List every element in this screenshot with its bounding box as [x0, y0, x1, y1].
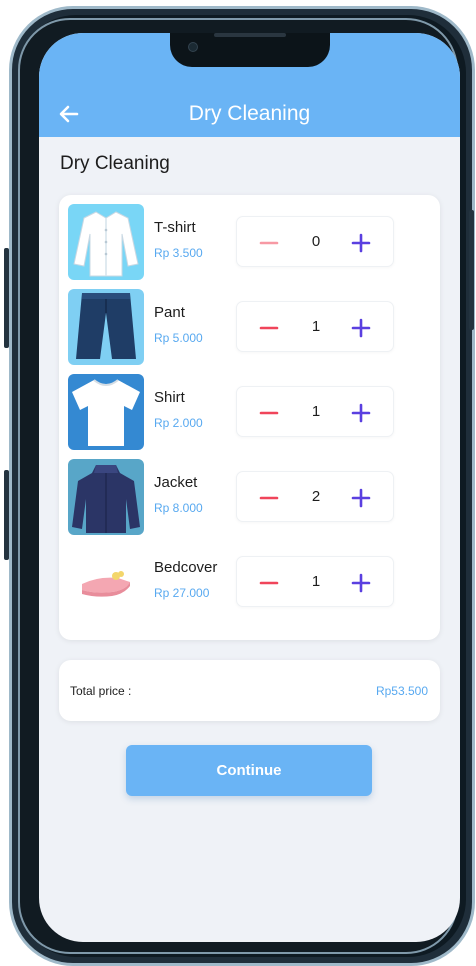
continue-button[interactable]: Continue — [126, 745, 372, 796]
front-camera — [188, 42, 198, 52]
item-row-bedcover: Bedcover Rp 27.000 1 — [59, 544, 440, 620]
jacket-thumbnail — [68, 459, 144, 535]
item-name: Jacket — [154, 474, 198, 491]
item-name: Pant — [154, 304, 185, 321]
decrease-button[interactable] — [257, 571, 281, 595]
quantity-stepper: 1 — [236, 386, 394, 437]
item-row-jacket: Jacket Rp 8.000 2 — [59, 459, 440, 535]
phone-screen: Dry Cleaning Dry Cleaning T-shirt Rp 3.5… — [39, 33, 460, 942]
plus-icon — [351, 573, 371, 593]
jacket-icon — [68, 459, 144, 535]
decrease-button[interactable] — [257, 231, 281, 255]
minus-icon — [259, 496, 279, 500]
side-button-left-top — [4, 248, 9, 348]
quantity-value: 1 — [311, 573, 321, 590]
shirt-icon — [68, 374, 144, 450]
quantity-stepper: 1 — [236, 301, 394, 352]
quantity-value: 1 — [311, 403, 321, 420]
quantity-stepper: 0 — [236, 216, 394, 267]
minus-icon — [259, 411, 279, 415]
item-name: T-shirt — [154, 219, 196, 236]
plus-icon — [351, 318, 371, 338]
back-button[interactable] — [55, 100, 83, 128]
minus-icon — [259, 326, 279, 330]
item-row-tshirt: T-shirt Rp 3.500 0 — [59, 204, 440, 280]
bedcover-thumbnail — [68, 544, 144, 620]
increase-button[interactable] — [349, 486, 373, 510]
shirt-thumbnail — [68, 374, 144, 450]
plus-icon — [351, 488, 371, 508]
item-row-pant: Pant Rp 5.000 1 — [59, 289, 440, 365]
minus-icon — [259, 581, 279, 585]
item-price: Rp 5.000 — [154, 331, 203, 345]
plus-icon — [351, 403, 371, 423]
item-price: Rp 8.000 — [154, 501, 203, 515]
app-bar-title: Dry Cleaning — [188, 102, 311, 125]
items-card: T-shirt Rp 3.500 0 Pant Rp 5.000 1 Shirt… — [59, 195, 440, 640]
item-name: Bedcover — [154, 559, 218, 576]
side-button-left-bottom — [4, 470, 9, 560]
total-price-value: Rp53.500 — [375, 684, 428, 698]
increase-button[interactable] — [349, 401, 373, 425]
item-name: Shirt — [154, 389, 185, 406]
minus-icon — [259, 241, 279, 245]
speaker-grille — [214, 33, 286, 37]
decrease-button[interactable] — [257, 401, 281, 425]
total-price-card: Total price : Rp53.500 — [59, 660, 440, 721]
increase-button[interactable] — [349, 316, 373, 340]
plus-icon — [351, 233, 371, 253]
bedcover-icon — [68, 544, 144, 620]
increase-button[interactable] — [349, 571, 373, 595]
pant-thumbnail — [68, 289, 144, 365]
decrease-button[interactable] — [257, 486, 281, 510]
back-arrow-icon — [59, 105, 79, 123]
side-button-right — [469, 210, 474, 330]
quantity-stepper: 1 — [236, 556, 394, 607]
tshirt-thumbnail — [68, 204, 144, 280]
quantity-value: 0 — [311, 233, 321, 250]
decrease-button[interactable] — [257, 316, 281, 340]
quantity-value: 2 — [311, 488, 321, 505]
quantity-stepper: 2 — [236, 471, 394, 522]
app-bar: Dry Cleaning — [39, 91, 460, 137]
tshirt-icon — [68, 204, 144, 280]
item-price: Rp 27.000 — [154, 586, 210, 600]
page-title: Dry Cleaning — [60, 153, 170, 174]
increase-button[interactable] — [349, 231, 373, 255]
item-price: Rp 3.500 — [154, 246, 203, 260]
quantity-value: 1 — [311, 318, 321, 335]
item-row-shirt: Shirt Rp 2.000 1 — [59, 374, 440, 450]
item-price: Rp 2.000 — [154, 416, 203, 430]
phone-notch — [170, 33, 330, 67]
total-price-label: Total price : — [70, 684, 132, 698]
pant-icon — [68, 289, 144, 365]
